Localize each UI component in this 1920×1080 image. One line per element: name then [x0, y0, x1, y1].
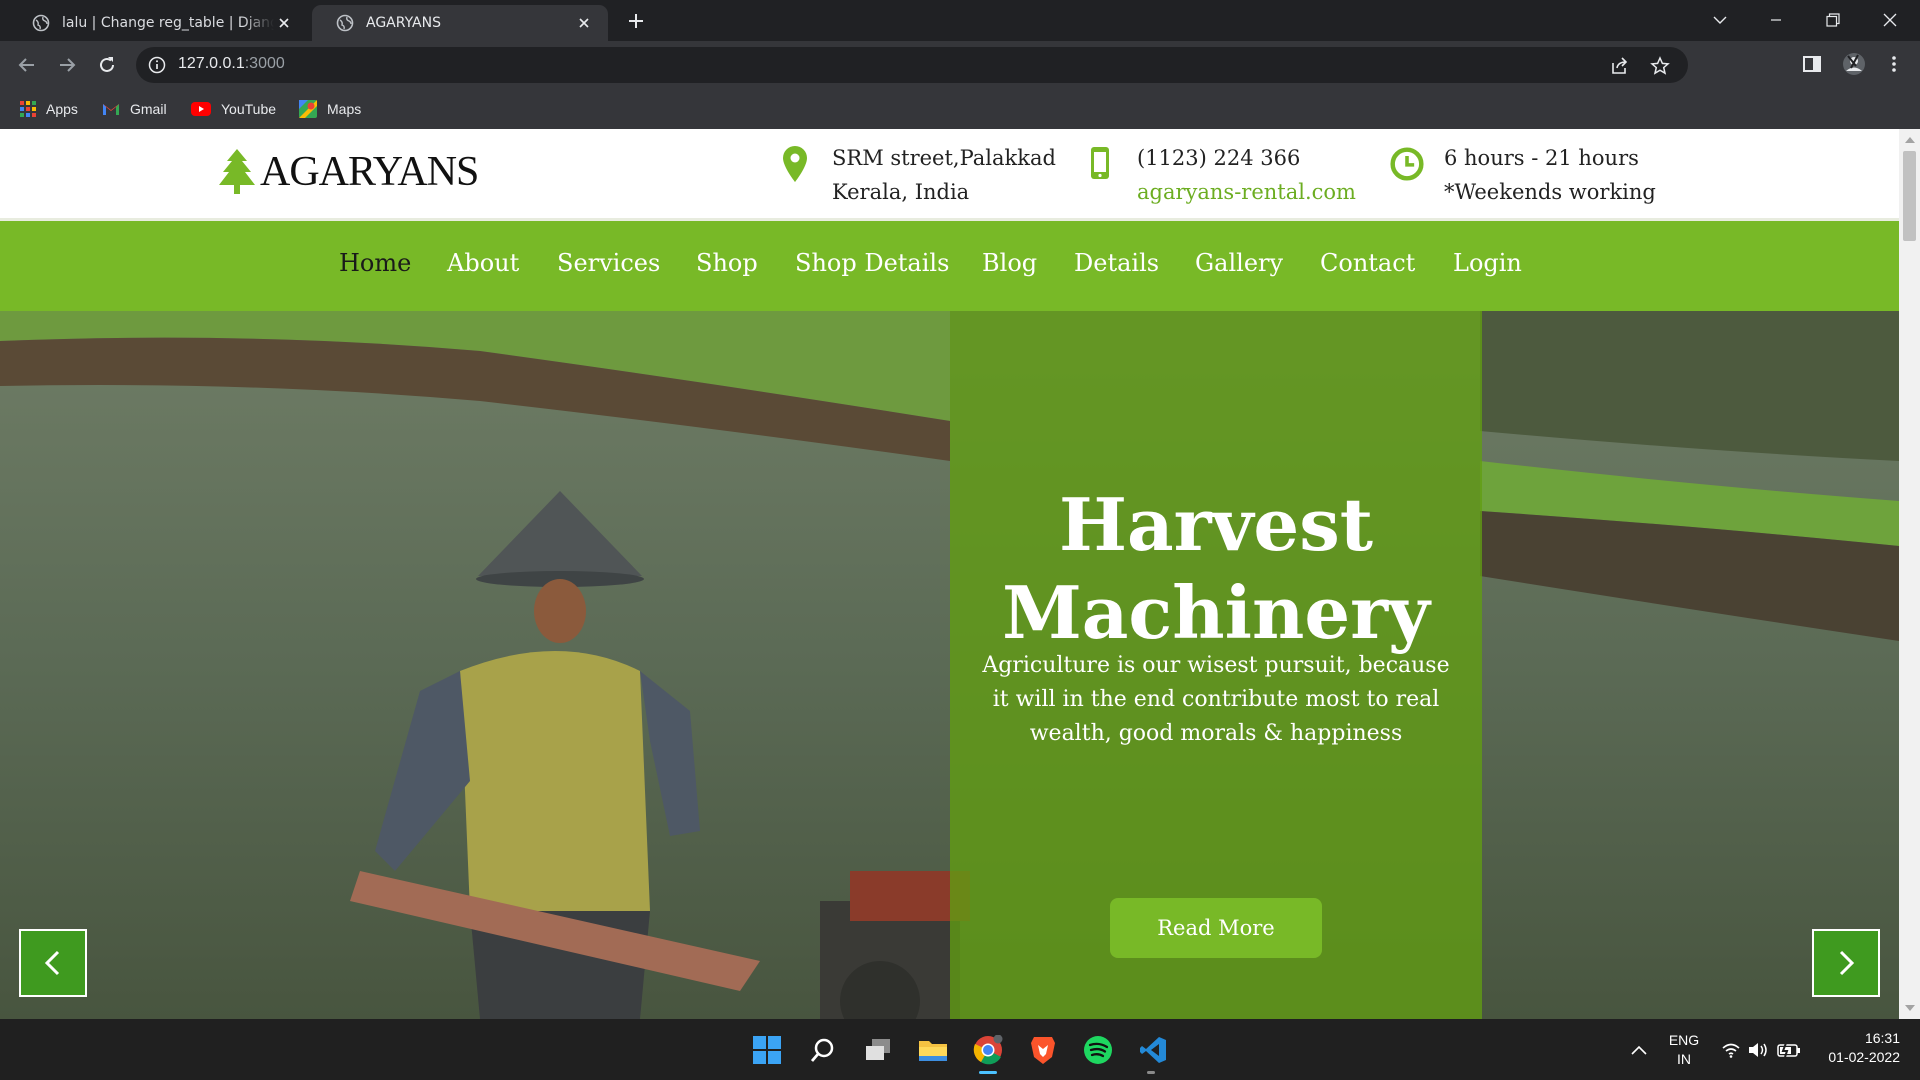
url-text: 127.0.0.1:3000	[178, 55, 285, 72]
tab-agaryans[interactable]: AGARYANS	[312, 5, 608, 41]
close-tab-icon[interactable]	[574, 13, 594, 33]
tab-search-chevron-icon[interactable]	[1706, 6, 1734, 34]
tray-chevron-up-icon[interactable]	[1622, 1033, 1656, 1067]
bookmark-apps[interactable]: Apps	[20, 97, 78, 121]
read-more-button[interactable]: Read More	[1110, 898, 1322, 958]
site-header: AGARYANS SRM street,Palakkad Kerala, Ind…	[0, 129, 1899, 221]
hero-description: Agriculture is our wisest pursuit, becau…	[982, 653, 1450, 746]
browser-tab-strip: lalu | Change reg_table | Django site ad…	[0, 0, 1920, 41]
pine-tree-icon	[219, 149, 255, 194]
web-page: AGARYANS SRM street,Palakkad Kerala, Ind…	[0, 129, 1899, 1019]
bookmarks-bar: Apps Gmail YouTube Maps	[0, 89, 1920, 129]
windows-start-icon[interactable]	[750, 1033, 784, 1067]
scrollbar-thumb[interactable]	[1903, 151, 1916, 241]
nav-blog[interactable]: Blog	[982, 249, 1037, 277]
new-tab-plus-icon[interactable]	[624, 9, 648, 33]
file-explorer-icon[interactable]	[916, 1033, 950, 1067]
tab-title: AGARYANS	[366, 15, 441, 31]
chevron-left-icon	[44, 950, 60, 976]
nav-gallery[interactable]: Gallery	[1195, 249, 1283, 277]
mobile-phone-icon	[1083, 141, 1117, 187]
clock-icon	[1390, 141, 1424, 187]
close-tab-icon[interactable]	[274, 13, 294, 33]
chevron-right-icon	[1839, 950, 1855, 976]
gmail-icon	[103, 104, 119, 115]
clock-date[interactable]: 16:31 01-02-2022	[1808, 1029, 1908, 1067]
bookmark-star-icon[interactable]	[1650, 56, 1670, 76]
slider-prev-button[interactable]	[19, 929, 87, 997]
input-language-indicator[interactable]: ENG IN	[1664, 1031, 1704, 1069]
nav-contact[interactable]: Contact	[1320, 249, 1415, 277]
slider-next-button[interactable]	[1812, 929, 1880, 997]
profile-avatar-icon[interactable]	[1842, 52, 1866, 76]
task-view-icon[interactable]	[861, 1033, 895, 1067]
volume-icon[interactable]	[1742, 1033, 1776, 1067]
scroll-up-arrow-icon[interactable]	[1905, 137, 1915, 143]
globe-icon	[336, 14, 354, 32]
nav-about[interactable]: About	[447, 249, 519, 277]
vscode-running-indicator	[1147, 1071, 1155, 1074]
back-arrow-icon[interactable]	[14, 52, 40, 78]
forward-arrow-icon[interactable]	[54, 52, 80, 78]
nav-details[interactable]: Details	[1074, 249, 1159, 277]
minimize-icon[interactable]	[1762, 6, 1790, 34]
vscode-icon[interactable]	[1136, 1033, 1170, 1067]
address-line-2: Kerala, India	[832, 180, 970, 204]
address-line-1: SRM street,Palakkad	[832, 146, 1056, 170]
hours-info: 6 hours - 21 hours *Weekends working	[1390, 141, 1656, 209]
globe-icon	[32, 14, 50, 32]
bookmark-youtube[interactable]: YouTube	[191, 97, 276, 121]
chrome-running-indicator	[979, 1071, 997, 1074]
address-bar[interactable]: 127.0.0.1:3000	[136, 47, 1688, 83]
spotify-icon[interactable]	[1081, 1033, 1115, 1067]
opening-hours: 6 hours - 21 hours	[1444, 146, 1639, 170]
hero-slider: Harvest Machinery Agriculture is our wise…	[0, 311, 1899, 1019]
brand-name: AGARYANS	[260, 149, 479, 195]
youtube-icon	[191, 102, 211, 116]
hours-note: *Weekends working	[1444, 180, 1656, 204]
reload-icon[interactable]	[94, 52, 120, 78]
tab-django-admin[interactable]: lalu | Change reg_table | Django site ad…	[8, 5, 308, 41]
nav-shop-details[interactable]: Shop Details	[795, 249, 949, 277]
search-icon[interactable]	[806, 1033, 840, 1067]
bookmark-maps[interactable]: Maps	[299, 97, 361, 121]
maps-icon	[299, 100, 317, 118]
clock-date-text: 01-02-2022	[1828, 1049, 1900, 1065]
nav-services[interactable]: Services	[557, 249, 660, 277]
hero-title: Harvest Machinery	[1002, 482, 1430, 655]
phone-info: (1123) 224 366 agaryans-rental.com	[1083, 141, 1356, 209]
phone-number[interactable]: (1123) 224 366	[1137, 141, 1356, 175]
site-logo[interactable]: AGARYANS	[218, 147, 479, 197]
page-scrollbar[interactable]	[1899, 129, 1920, 1019]
side-panel-icon[interactable]	[1800, 52, 1824, 76]
share-icon[interactable]	[1610, 56, 1630, 76]
chrome-menu-icon[interactable]	[1882, 52, 1906, 76]
browser-toolbar: 127.0.0.1:3000	[0, 41, 1920, 89]
clock-time: 16:31	[1864, 1030, 1900, 1046]
apps-grid-icon	[20, 101, 36, 117]
battery-charging-icon[interactable]	[1772, 1033, 1806, 1067]
brave-icon[interactable]	[1026, 1033, 1060, 1067]
main-navigation: Home About Services Shop Shop Details Bl…	[0, 221, 1899, 311]
tab-title: lalu | Change reg_table | Django site ad…	[62, 15, 274, 31]
location-pin-icon	[778, 141, 812, 187]
nav-shop[interactable]: Shop	[696, 249, 758, 277]
nav-home[interactable]: Home	[339, 249, 411, 277]
address-info: SRM street,Palakkad Kerala, India	[778, 141, 1056, 209]
scroll-down-arrow-icon[interactable]	[1905, 1005, 1915, 1011]
windows-taskbar: ENG IN 16:31 01-02-2022	[0, 1019, 1920, 1080]
site-info-icon[interactable]	[148, 56, 166, 74]
close-window-icon[interactable]	[1876, 6, 1904, 34]
nav-login[interactable]: Login	[1453, 249, 1522, 277]
website-link[interactable]: agaryans-rental.com	[1137, 175, 1356, 209]
chrome-icon[interactable]	[971, 1033, 1005, 1067]
restore-icon[interactable]	[1819, 6, 1847, 34]
bookmark-gmail[interactable]: Gmail	[102, 97, 167, 121]
